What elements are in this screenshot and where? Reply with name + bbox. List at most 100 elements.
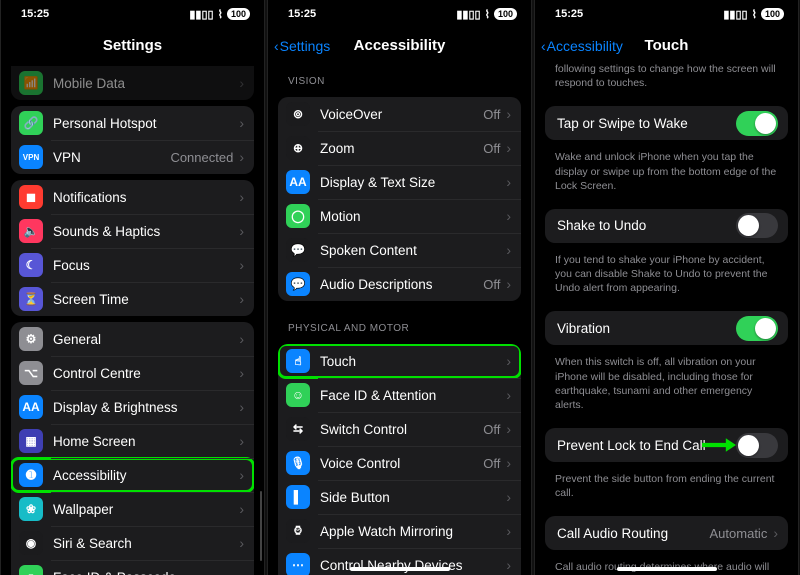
list-row[interactable]: AA Display & Text Size › (278, 165, 521, 199)
row-label: Face ID & Passcode (53, 570, 235, 575)
nearby-icon: ⋯ (286, 553, 310, 575)
chevron-right-icon: › (239, 535, 244, 551)
accessibility-screen: 15:25 ▮▮▯▯ ⌇ 100 ‹ Settings Accessibilit… (267, 0, 532, 575)
list-row[interactable]: 💬 Audio Descriptions Off › (278, 267, 521, 301)
nav-row[interactable]: Call Audio Routing Automatic › (545, 516, 788, 550)
faceid-icon: ☺︎ (19, 565, 43, 575)
back-button[interactable]: ‹ Settings (274, 38, 330, 54)
status-bar: 15:25 ▮▮▯▯ ⌇ 100 (268, 0, 531, 20)
list-row[interactable]: ⇆ Switch Control Off› (278, 412, 521, 446)
row-value: Off (483, 277, 500, 292)
row-label: General (53, 332, 235, 347)
list-row[interactable]: 🔗 Personal Hotspot › (11, 106, 254, 140)
toggle-row: Prevent Lock to End Call (545, 428, 788, 462)
list-row[interactable]: VPN VPN Connected› (11, 140, 254, 174)
row-label: Personal Hotspot (53, 116, 235, 131)
chevron-right-icon: › (239, 149, 244, 165)
toggle-switch[interactable] (736, 111, 778, 136)
accessibility-icon: ➊ (19, 463, 43, 487)
section-header-motor: PHYSICAL AND MOTOR (274, 307, 525, 338)
list-row[interactable]: ➊ Accessibility › (11, 458, 254, 492)
zoom-icon: ⊕ (286, 136, 310, 160)
row-value: Connected (170, 150, 233, 165)
settings-list[interactable]: 📶 Mobile Data › 🔗 Personal Hotspot › VPN… (1, 60, 264, 575)
chevron-right-icon: › (506, 523, 511, 539)
chevron-right-icon: › (506, 276, 511, 292)
list-row[interactable]: ⊕ Zoom Off› (278, 131, 521, 165)
row-label: Touch (320, 354, 502, 369)
toggle-switch[interactable] (736, 316, 778, 341)
list-row[interactable]: ◯ Motion › (278, 199, 521, 233)
chevron-right-icon: › (773, 525, 778, 541)
page-title: Settings (103, 37, 162, 54)
navbar: ‹ Accessibility Touch (535, 20, 798, 60)
touch-screen: 15:25 ▮▮▯▯ ⌇ 100 ‹ Accessibility Touch f… (534, 0, 799, 575)
voice-icon: 🎙 (286, 451, 310, 475)
page-title: Accessibility (354, 37, 446, 54)
row-label: Mobile Data (53, 76, 235, 91)
chevron-right-icon: › (506, 557, 511, 573)
list-row[interactable]: 🎙 Voice Control Off› (278, 446, 521, 480)
link-icon: 🔗 (19, 111, 43, 135)
row-value: Off (483, 141, 500, 156)
back-button[interactable]: ‹ Accessibility (541, 38, 623, 54)
antenna-icon: 📶 (19, 71, 43, 95)
list-row[interactable]: AA Display & Brightness › (11, 390, 254, 424)
row-label: Notifications (53, 190, 235, 205)
row-label: Audio Descriptions (320, 277, 483, 292)
row-footer: Prevent the side button from ending the … (541, 468, 792, 510)
list-row[interactable]: ⌚︎ Apple Watch Mirroring › (278, 514, 521, 548)
list-row[interactable]: ⌥ Control Centre › (11, 356, 254, 390)
battery-indicator: 100 (494, 8, 517, 20)
speaker-icon: 🔈 (19, 219, 43, 243)
row-label: VoiceOver (320, 107, 483, 122)
wifi-icon: ⌇ (218, 8, 223, 21)
switches-icon: ⌥ (19, 361, 43, 385)
list-row[interactable]: ⊚ VoiceOver Off› (278, 97, 521, 131)
row-label: Control Centre (53, 366, 235, 381)
wallpaper-icon: ❀ (19, 497, 43, 521)
settings-root-screen: 15:25 ▮▮▯▯ ⌇ 100 Settings 📶 Mobile Data … (0, 0, 265, 575)
scrollbar[interactable] (260, 491, 263, 561)
toggle-switch[interactable] (736, 433, 778, 458)
list-row[interactable]: ☺︎ Face ID & Attention › (278, 378, 521, 412)
list-row[interactable]: ❀ Wallpaper › (11, 492, 254, 526)
touch-icon: ☝︎ (286, 349, 310, 373)
list-row[interactable]: 🔈 Sounds & Haptics › (11, 214, 254, 248)
list-row[interactable]: ◼︎ Notifications › (11, 180, 254, 214)
row-label: Vibration (557, 321, 736, 336)
chevron-right-icon: › (506, 242, 511, 258)
accessibility-list[interactable]: VISION ⊚ VoiceOver Off› ⊕ Zoom Off› AA D… (268, 60, 531, 575)
moon-icon: ☾ (19, 253, 43, 277)
chevron-right-icon: › (239, 433, 244, 449)
row-label: Accessibility (53, 468, 235, 483)
motion-icon: ◯ (286, 204, 310, 228)
chevron-right-icon: › (239, 399, 244, 415)
list-row[interactable]: 💬 Spoken Content › (278, 233, 521, 267)
voiceover-icon: ⊚ (286, 102, 310, 126)
list-row[interactable]: ◉ Siri & Search › (11, 526, 254, 560)
row-footer: If you tend to shake your iPhone by acci… (541, 249, 792, 306)
list-row[interactable]: ▦ Home Screen › (11, 424, 254, 458)
chevron-right-icon: › (239, 569, 244, 575)
list-row[interactable]: 📶 Mobile Data › (11, 66, 254, 100)
list-row[interactable]: ▌ Side Button › (278, 480, 521, 514)
toggle-row: Vibration (545, 311, 788, 345)
battery-indicator: 100 (227, 8, 250, 20)
navbar: Settings (1, 20, 264, 60)
row-footer: When this switch is off, all vibration o… (541, 351, 792, 422)
touch-list[interactable]: following settings to change how the scr… (535, 60, 798, 575)
list-row[interactable]: ☝︎ Touch › (278, 344, 521, 378)
row-label: Display & Brightness (53, 400, 235, 415)
switch-icon: ⇆ (286, 417, 310, 441)
list-row[interactable]: ⚙︎ General › (11, 322, 254, 356)
list-row[interactable]: ⏳ Screen Time › (11, 282, 254, 316)
list-row[interactable]: ☾ Focus › (11, 248, 254, 282)
row-label: Display & Text Size (320, 175, 502, 190)
home-indicator[interactable] (350, 567, 450, 571)
list-row[interactable]: ☺︎ Face ID & Passcode › (11, 560, 254, 575)
ad-icon: 💬 (286, 272, 310, 296)
home-indicator[interactable] (617, 567, 717, 571)
back-label: Accessibility (547, 38, 623, 54)
toggle-switch[interactable] (736, 213, 778, 238)
